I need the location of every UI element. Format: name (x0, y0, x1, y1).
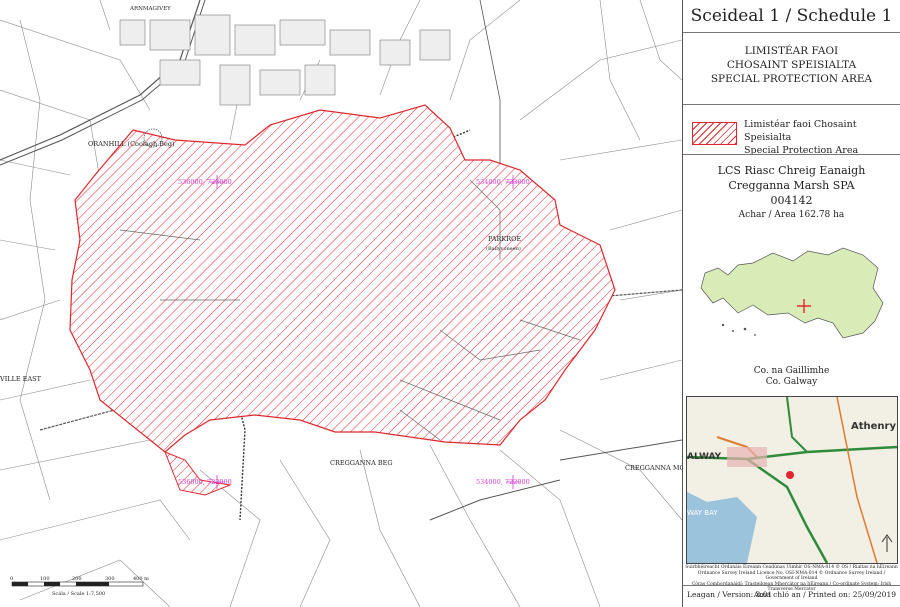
divider (683, 585, 900, 586)
grid-label-1: 536000, 723000 (178, 178, 232, 186)
divider (683, 32, 900, 33)
site-name-english: Cregganna Marsh SPA (728, 179, 855, 192)
grid-label-2: 534000, 723000 (476, 178, 530, 186)
site-info: LCS Riasc Chreig Eanaigh Cregganna Marsh… (683, 163, 900, 223)
heading-line-3: SPECIAL PROTECTION AREA (710, 73, 873, 85)
credit-line-1: Suirbhéireacht Ordanáis Éireann Ceadúnas… (685, 565, 898, 570)
label-northeast: ARNMAGIVEY (129, 6, 171, 12)
legend-line-1: Limistéar faoi Chosaint Speisialta (744, 119, 857, 143)
map-view[interactable]: 536000, 723000 534000, 723000 536000, 72… (0, 0, 683, 607)
legend-panel: Sceideal 1 / Schedule 1 LIMISTÉAR FAOI C… (683, 0, 900, 607)
label-parkroe-sub: (Ballyvoneen) (486, 245, 521, 252)
heading-line-1: LIMISTÉAR FAOI (744, 45, 839, 57)
schedule-title: Sceideal 1 / Schedule 1 (690, 6, 893, 26)
grid-label-4: 534000, 722000 (476, 478, 530, 486)
base-map: 536000, 723000 534000, 723000 536000, 72… (0, 0, 682, 607)
spa-heading: LIMISTÉAR FAOI CHOSAINT SPEISIALTA SPECI… (683, 44, 900, 86)
county-english: Co. Galway (765, 377, 818, 387)
county-label: Co. na Gaillimhe Co. Galway (683, 366, 900, 388)
divider (683, 154, 900, 155)
site-code: 004142 (770, 194, 813, 207)
scale-tick-3: 300 (105, 576, 115, 582)
spa-legend-swatch (692, 122, 737, 145)
county-galway-shape (700, 247, 884, 339)
spa-legend-label: Limistéar faoi Chosaint Speisialta Speci… (744, 118, 900, 157)
heading-line-2: CHOSAINT SPEISIALTA (726, 59, 857, 71)
inset-label-galway: ALWAY (687, 452, 722, 462)
inset-label-bay: WAY BAY (687, 509, 718, 517)
label-creggana-mor: CREGGANNA MO (625, 464, 682, 472)
label-creggana-beg: CREGGANNA BEG (330, 459, 393, 467)
printed-date: Ama chló an / Printed on: 25/09/2019 (753, 590, 896, 599)
county-locator-map (700, 247, 884, 339)
scale-tick-0: 0 (10, 576, 13, 582)
islands (721, 323, 756, 336)
legend-line-2: Special Protection Area (744, 145, 859, 156)
site-area: Achar / Area 162.78 ha (738, 210, 845, 220)
inset-label-athenry: Athenry (851, 421, 896, 432)
label-oranhill: ORANHILL (Coolagh Beg) (88, 140, 175, 148)
copyright-credits: Suirbhéireacht Ordanáis Éireann Ceadúnas… (683, 565, 900, 593)
scale-tick-4: 400 m (133, 576, 149, 582)
label-ville-east: VILLE EAST (0, 375, 42, 383)
inset-road-map: Athenry ALWAY WAY BAY (686, 396, 898, 564)
scale-tick-1: 100 (40, 576, 50, 582)
scale-caption: Scála / Scale 1:7,500 (52, 590, 105, 597)
county-irish: Co. na Gaillimhe (753, 366, 830, 376)
scale-tick-2: 200 (72, 576, 82, 582)
site-name-irish: LCS Riasc Chreig Eanaigh (717, 164, 866, 177)
grid-label-3: 536000, 722000 (178, 478, 232, 486)
divider (683, 104, 900, 105)
credit-line-2: Ordnance Survey Ireland Licence No. OSI-… (697, 570, 886, 582)
label-parkroe: PARKROE (488, 235, 521, 243)
inset-map-svg: Athenry ALWAY WAY BAY (687, 397, 897, 563)
